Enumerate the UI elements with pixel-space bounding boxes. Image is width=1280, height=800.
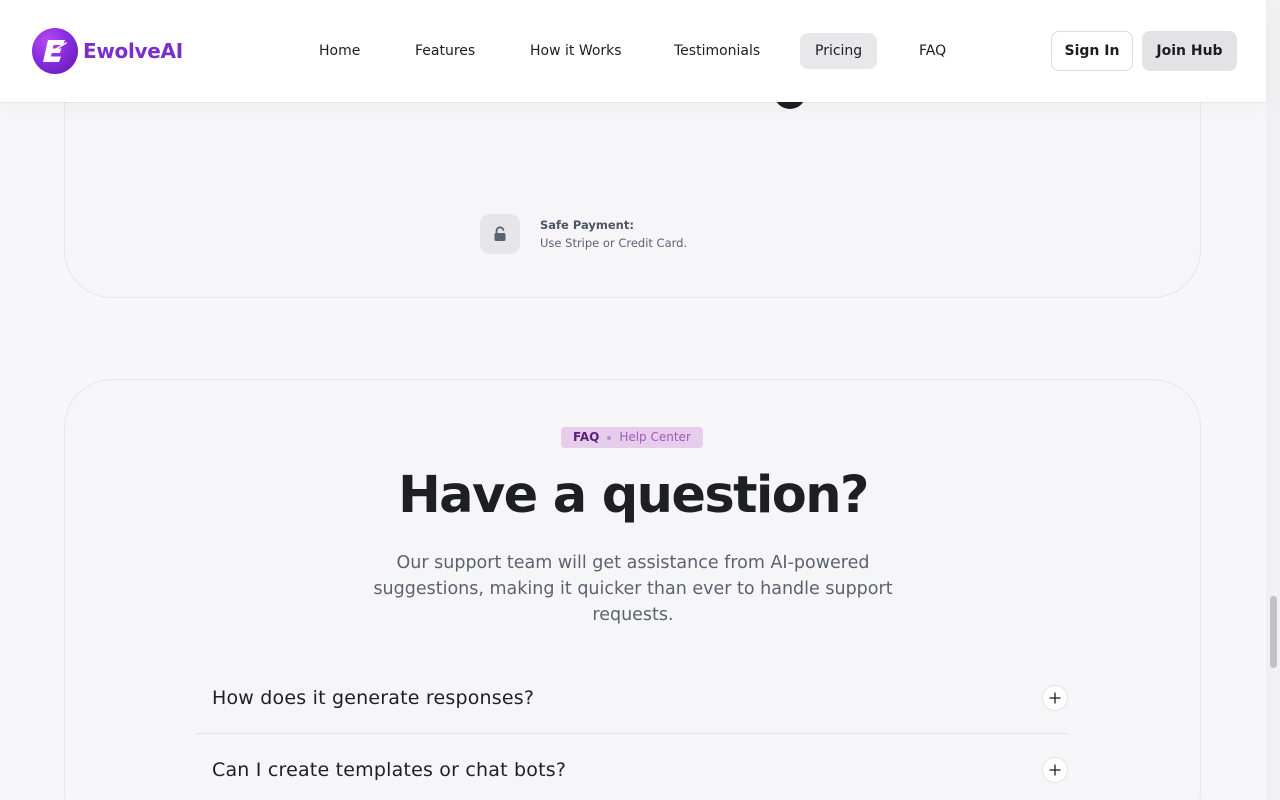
faq-question: How does it generate responses? <box>212 687 535 709</box>
faq-item[interactable]: How does it generate responses? <box>196 663 1069 734</box>
nav-item-features[interactable]: Features <box>400 33 490 69</box>
safe-payment-description: Use Stripe or Credit Card. <box>540 235 688 250</box>
faq-badge-primary: FAQ <box>573 430 600 444</box>
join-hub-button[interactable]: Join Hub <box>1142 31 1237 71</box>
logo-e-icon <box>32 28 78 74</box>
nav-item-testimonials[interactable]: Testimonials <box>659 33 775 69</box>
faq-badge-secondary: Help Center <box>619 430 691 444</box>
faq-subtitle: Our support team will get assistance fro… <box>373 553 893 625</box>
faq-title: Have a question? <box>398 466 869 525</box>
safe-payment-row: Safe Payment: Use Stripe or Credit Card. <box>480 214 687 254</box>
sign-in-button[interactable]: Sign In <box>1051 31 1133 71</box>
nav-item-home[interactable]: Home <box>304 33 375 69</box>
safe-payment-title: Safe Payment: <box>540 217 634 232</box>
faq-question: Can I create templates or chat bots? <box>212 758 567 781</box>
scrollbar-thumb[interactable] <box>1270 596 1277 668</box>
brand-name: EwolveAI <box>83 39 183 63</box>
nav-item-pricing[interactable]: Pricing <box>800 33 878 69</box>
site-header: EwolveAI Home Features How it Works Test… <box>0 0 1266 102</box>
lock-icon <box>480 214 520 254</box>
faq-item[interactable]: Can I create templates or chat bots? <box>196 734 1069 800</box>
nav-item-how-it-works[interactable]: How it Works <box>515 33 637 69</box>
scrollbar-track[interactable] <box>1266 0 1280 800</box>
plus-icon[interactable] <box>1042 685 1068 711</box>
badge-separator-dot <box>607 435 612 440</box>
plus-icon[interactable] <box>1042 756 1068 783</box>
faq-badge: FAQ Help Center <box>561 427 703 448</box>
nav-item-faq[interactable]: FAQ <box>904 33 961 69</box>
logo[interactable]: EwolveAI <box>32 28 183 74</box>
